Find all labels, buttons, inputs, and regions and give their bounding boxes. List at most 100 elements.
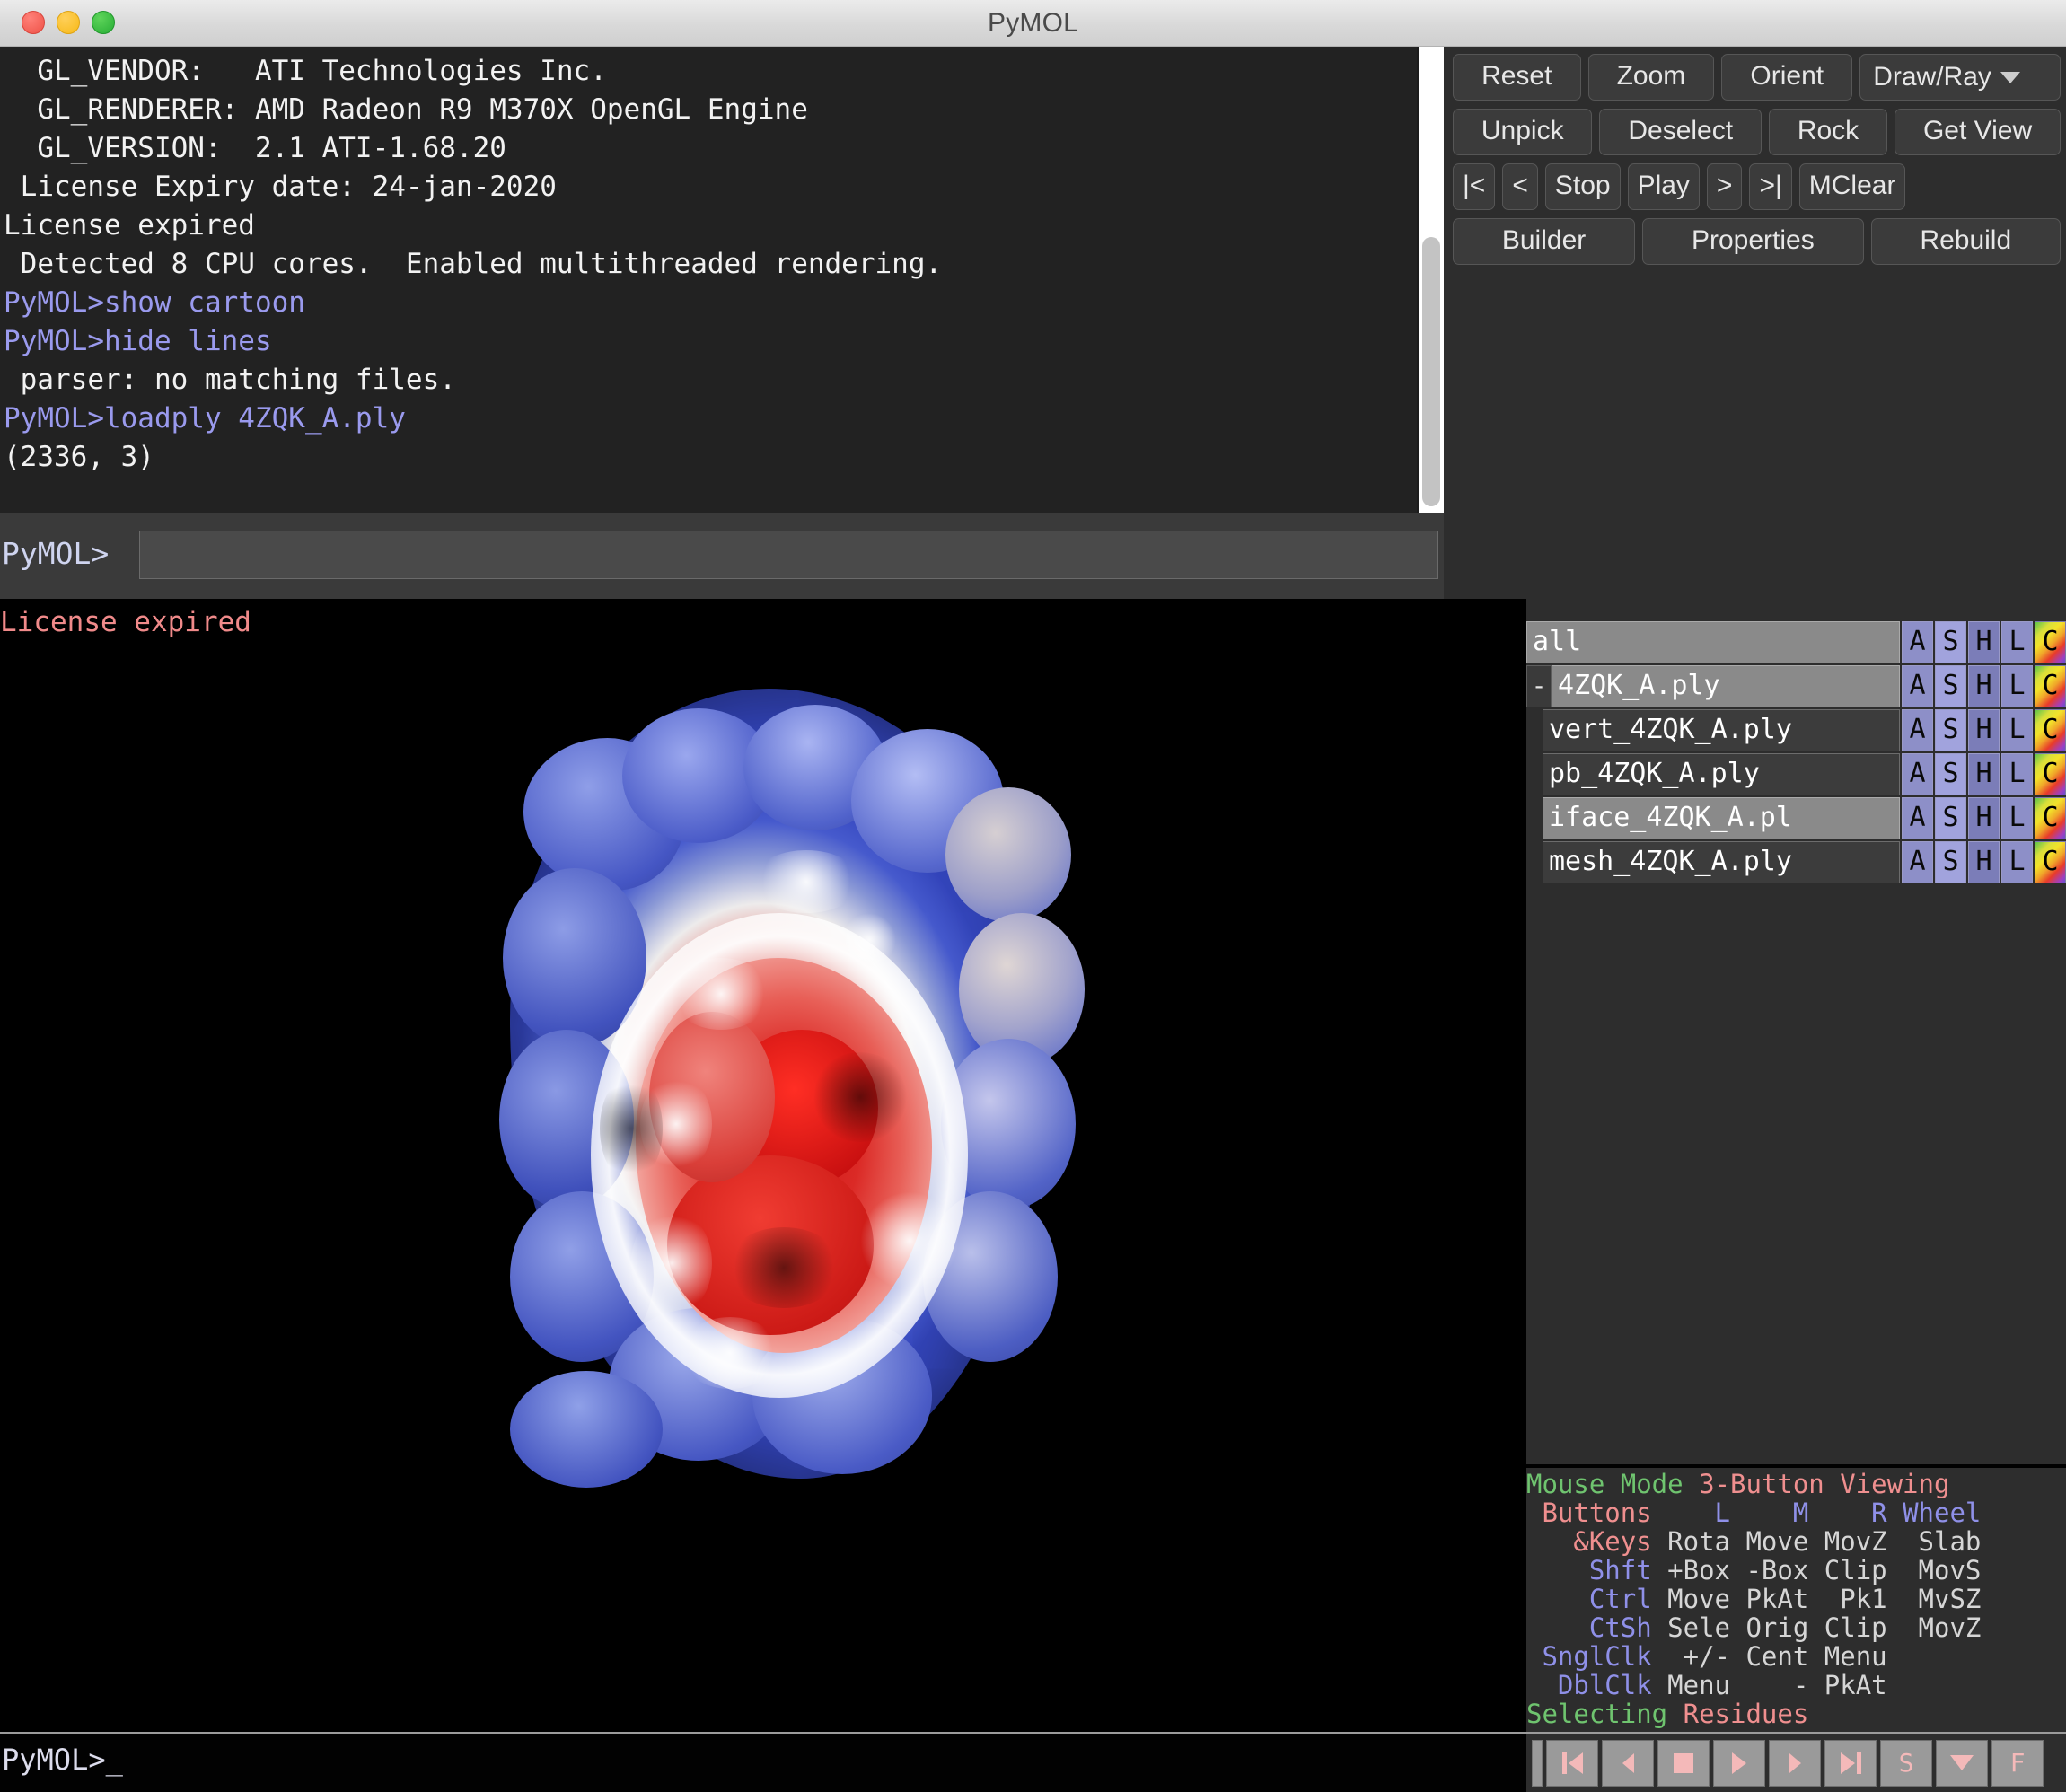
mouse-binding-right: Pk1 <box>1808 1584 1886 1614</box>
mouse-binding-row: Ctrl Move PkAt Pk1 MvSZ <box>1526 1585 2066 1613</box>
properties-button[interactable]: Properties <box>1642 218 1863 265</box>
mouse-binding-key: &Keys <box>1526 1526 1652 1557</box>
rebuild-button[interactable]: Rebuild <box>1871 218 2061 265</box>
hide-menu-button[interactable]: H <box>1968 753 2000 795</box>
hide-menu-button[interactable]: H <box>1968 841 2000 883</box>
bottom-command-prompt[interactable]: PyMOL>_ <box>2 1743 123 1777</box>
movie-next-button[interactable]: > <box>1707 163 1743 210</box>
hide-menu-button[interactable]: H <box>1968 709 2000 751</box>
show-menu-button[interactable]: S <box>1935 621 1966 663</box>
movie-first-button[interactable]: |< <box>1453 163 1495 210</box>
settings-button[interactable]: S <box>1880 1740 1932 1787</box>
show-menu-button[interactable]: S <box>1935 665 1966 707</box>
mouse-binding-left: Move <box>1652 1584 1730 1614</box>
zoom-button[interactable]: Zoom <box>1588 54 1715 101</box>
hide-menu-button[interactable]: H <box>1968 621 2000 663</box>
label-menu-button[interactable]: L <box>2001 753 2033 795</box>
show-menu-button[interactable]: S <box>1935 797 1966 839</box>
movie-clear-button[interactable]: MClear <box>1799 163 1906 210</box>
hide-menu-button[interactable]: H <box>1968 797 2000 839</box>
label-menu-button[interactable]: L <box>2001 665 2033 707</box>
action-menu-button[interactable]: A <box>1902 841 1933 883</box>
console-scrollbar-thumb[interactable] <box>1422 237 1440 506</box>
skip-back-icon <box>1562 1752 1583 1774</box>
mouse-binding-middle: PkAt <box>1730 1584 1808 1614</box>
object-name-button[interactable]: mesh_4ZQK_A.ply <box>1543 841 1900 883</box>
step-back-button[interactable] <box>1602 1740 1654 1787</box>
mouse-binding-wheel <box>1887 1670 1982 1700</box>
label-menu-button[interactable]: L <box>2001 621 2033 663</box>
action-menu-button[interactable]: A <box>1902 665 1933 707</box>
console-output[interactable]: GL_VENDOR: ATI Technologies Inc. GL_REND… <box>0 47 1444 513</box>
color-menu-button[interactable]: C <box>2035 841 2066 883</box>
object-collapse-toggle[interactable]: - <box>1526 665 1552 707</box>
play-button[interactable] <box>1713 1740 1765 1787</box>
button-row-view: Reset Zoom Orient Draw/Ray <box>1453 54 2061 101</box>
selecting-value: Residues <box>1684 1699 1809 1729</box>
color-menu-button[interactable]: C <box>2035 621 2066 663</box>
bottom-bar: PyMOL>_ S F <box>0 1732 2066 1792</box>
stop-button[interactable] <box>1657 1740 1710 1787</box>
show-menu-button[interactable]: S <box>1935 753 1966 795</box>
builder-button[interactable]: Builder <box>1453 218 1635 265</box>
orient-button[interactable]: Orient <box>1721 54 1852 101</box>
draw-ray-button[interactable]: Draw/Ray <box>1859 54 2061 101</box>
object-name-button[interactable]: vert_4ZQK_A.ply <box>1543 709 1900 751</box>
console-line: PyMOL>show cartoon <box>0 284 1444 322</box>
console-line: GL_RENDERER: AMD Radeon R9 M370X OpenGL … <box>0 91 1444 129</box>
color-menu-button[interactable]: C <box>2035 665 2066 707</box>
step-forward-button[interactable] <box>1769 1740 1821 1787</box>
buttons-header-label: Buttons <box>1526 1498 1652 1528</box>
action-menu-button[interactable]: A <box>1902 709 1933 751</box>
go-to-start-button[interactable] <box>1546 1740 1598 1787</box>
mouse-binding-left: Sele <box>1652 1612 1730 1643</box>
movie-prev-button[interactable]: < <box>1502 163 1538 210</box>
action-menu-button[interactable]: A <box>1902 621 1933 663</box>
object-name-button[interactable]: iface_4ZQK_A.pl <box>1543 797 1900 839</box>
transport-grip <box>1532 1740 1543 1787</box>
movie-stop-button[interactable]: Stop <box>1545 163 1621 210</box>
mouse-binding-middle: Move <box>1730 1526 1808 1557</box>
mouse-binding-row: SnglClk +/- Cent Menu <box>1526 1642 2066 1671</box>
molecular-surface-render <box>456 689 1085 1497</box>
object-row: vert_4ZQK_A.plyASHLC <box>1526 709 2066 751</box>
console-lines: GL_VENDOR: ATI Technologies Inc. GL_REND… <box>0 47 1444 477</box>
console-scrollbar[interactable] <box>1417 47 1444 513</box>
object-name-button[interactable]: pb_4ZQK_A.ply <box>1543 753 1900 795</box>
color-menu-button[interactable]: C <box>2035 753 2066 795</box>
selecting-label: Selecting <box>1526 1699 1684 1729</box>
specular-highlight-1 <box>672 958 770 1030</box>
fullscreen-button[interactable]: F <box>1991 1740 2044 1787</box>
label-menu-button[interactable]: L <box>2001 841 2033 883</box>
object-name-button[interactable]: all <box>1526 621 1900 663</box>
show-menu-button[interactable]: S <box>1935 709 1966 751</box>
movie-last-button[interactable]: >| <box>1749 163 1791 210</box>
specular-highlight-6 <box>842 913 896 967</box>
action-menu-button[interactable]: A <box>1902 753 1933 795</box>
reset-button[interactable]: Reset <box>1453 54 1581 101</box>
go-to-end-button[interactable] <box>1824 1740 1877 1787</box>
deselect-button[interactable]: Deselect <box>1599 109 1761 155</box>
object-name-button[interactable]: 4ZQK_A.ply <box>1552 665 1900 707</box>
color-menu-button[interactable]: C <box>2035 797 2066 839</box>
color-menu-button[interactable]: C <box>2035 709 2066 751</box>
triangle-down-icon <box>1950 1755 1974 1770</box>
mouse-binding-right: Clip <box>1808 1612 1886 1643</box>
label-menu-button[interactable]: L <box>2001 709 2033 751</box>
unpick-button[interactable]: Unpick <box>1453 109 1592 155</box>
button-row-select: Unpick Deselect Rock Get View <box>1453 109 2061 155</box>
movie-play-button[interactable]: Play <box>1628 163 1700 210</box>
get-view-button[interactable]: Get View <box>1895 109 2061 155</box>
hide-menu-button[interactable]: H <box>1968 665 2000 707</box>
action-menu-button[interactable]: A <box>1902 797 1933 839</box>
rock-button[interactable]: Rock <box>1769 109 1887 155</box>
molecule-viewport[interactable]: License expired <box>0 599 1526 1732</box>
command-input[interactable] <box>139 531 1438 579</box>
object-row: mesh_4ZQK_A.plyASHLC <box>1526 841 2066 883</box>
specular-highlight-7 <box>681 1317 779 1389</box>
mouse-binding-wheel: MovS <box>1887 1555 1982 1586</box>
label-menu-button[interactable]: L <box>2001 797 2033 839</box>
menu-button[interactable] <box>1936 1740 1988 1787</box>
show-menu-button[interactable]: S <box>1935 841 1966 883</box>
command-prompt-label: PyMOL> <box>2 536 109 571</box>
